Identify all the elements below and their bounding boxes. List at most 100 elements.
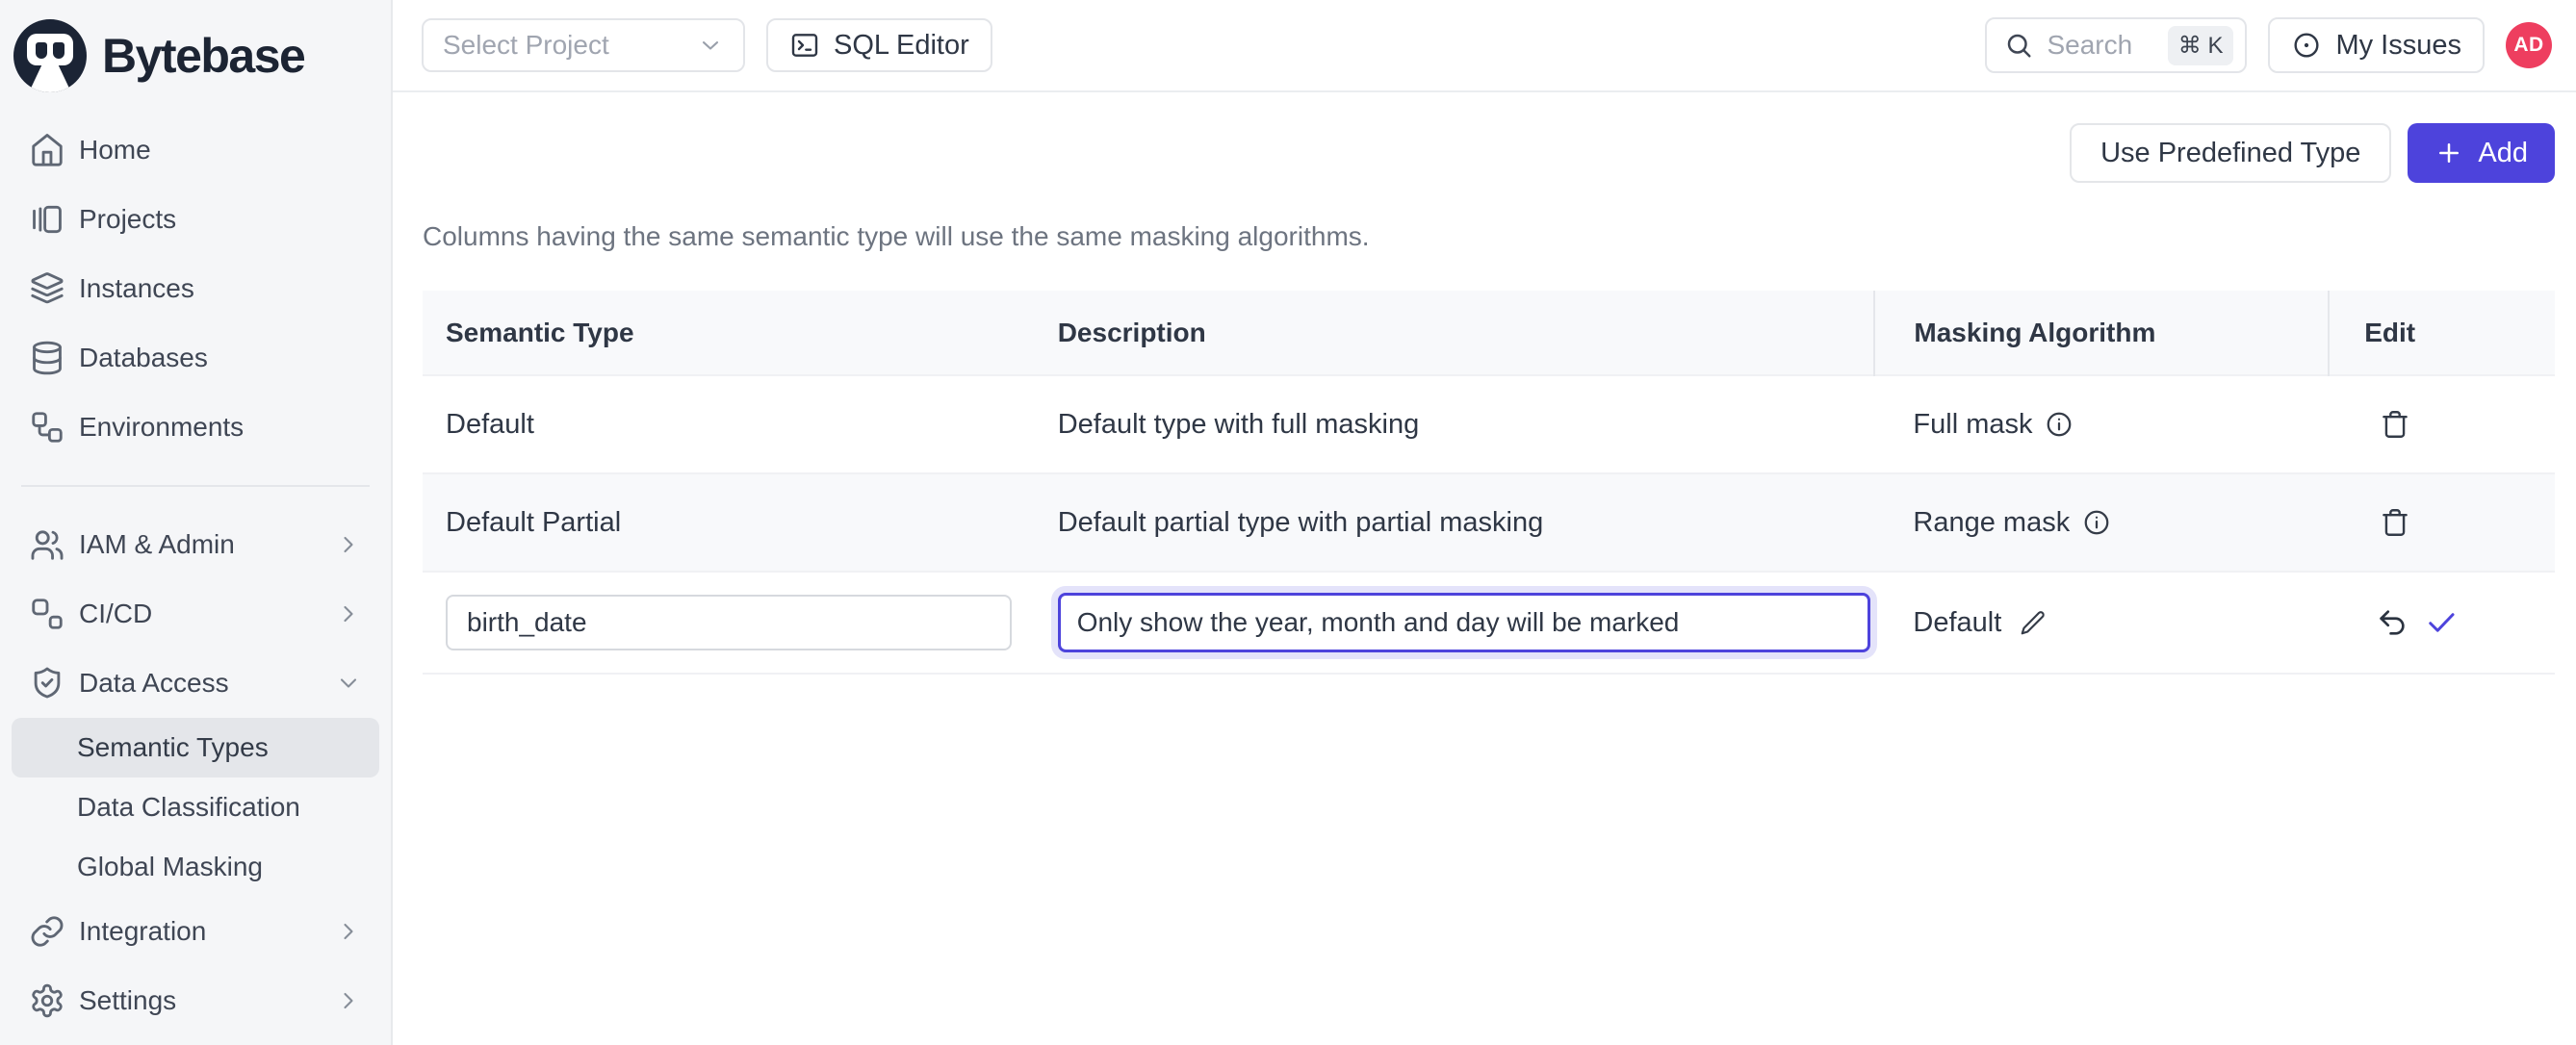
description-input[interactable] bbox=[1058, 593, 1870, 652]
sidebar-item-databases[interactable]: Databases bbox=[12, 323, 379, 393]
avatar-initials: AD bbox=[2513, 34, 2543, 57]
sidebar-item-data-classification[interactable]: Data Classification bbox=[12, 777, 379, 837]
sidebar-item-settings[interactable]: Settings bbox=[12, 966, 379, 1035]
info-icon[interactable] bbox=[2082, 508, 2111, 537]
chevron-right-icon bbox=[335, 531, 362, 558]
sql-editor-label: SQL Editor bbox=[834, 30, 969, 62]
pencil-icon[interactable] bbox=[2019, 608, 2048, 637]
semantic-type-cell: Default Partial bbox=[423, 473, 1035, 572]
sidebar-item-label: Databases bbox=[79, 343, 208, 373]
masking-algorithm-cell: Range mask bbox=[1874, 473, 2329, 572]
users-icon bbox=[29, 526, 65, 563]
header-description: Description bbox=[1035, 291, 1875, 375]
project-select-value: Select Project bbox=[443, 30, 609, 61]
header-masking-algorithm: Masking Algorithm bbox=[1874, 291, 2329, 375]
semantic-types-page: Use Predefined Type Add Columns having t… bbox=[393, 92, 2576, 675]
masking-algorithm-cell: Full mask bbox=[1874, 375, 2329, 473]
search-shortcut-badge: ⌘ K bbox=[2168, 26, 2234, 65]
add-button-label: Add bbox=[2478, 138, 2528, 169]
sidebar-item-home[interactable]: Home bbox=[12, 115, 379, 185]
header-semantic-type: Semantic Type bbox=[423, 291, 1035, 375]
database-icon bbox=[29, 340, 65, 376]
sidebar-item-data-access[interactable]: Data Access bbox=[12, 649, 379, 718]
edit-cell bbox=[2329, 572, 2555, 674]
main-area: Select Project SQL Editor Search ⌘ K bbox=[393, 0, 2576, 1045]
my-issues-label: My Issues bbox=[2335, 30, 2461, 62]
sidebar-item-label: Semantic Types bbox=[77, 732, 269, 763]
edit-cell bbox=[2329, 473, 2555, 572]
use-predefined-type-button[interactable]: Use Predefined Type bbox=[2070, 123, 2391, 183]
circle-dot-icon bbox=[2291, 30, 2322, 61]
chevron-right-icon bbox=[335, 918, 362, 945]
undo-icon[interactable] bbox=[2376, 606, 2409, 639]
sql-editor-button[interactable]: SQL Editor bbox=[766, 18, 992, 72]
sidebar-item-label: Data Classification bbox=[77, 792, 300, 823]
search-placeholder: Search bbox=[2047, 30, 2153, 61]
table-header-row: Semantic Type Description Masking Algori… bbox=[423, 291, 2555, 375]
check-icon[interactable] bbox=[2424, 605, 2459, 640]
projects-icon bbox=[29, 201, 65, 238]
sidebar-item-semantic-types[interactable]: Semantic Types bbox=[12, 718, 379, 777]
sidebar-item-environments[interactable]: Environments bbox=[12, 393, 379, 462]
brand-name: Bytebase bbox=[102, 28, 304, 84]
project-select[interactable]: Select Project bbox=[422, 18, 745, 72]
sidebar-item-label: CI/CD bbox=[79, 599, 152, 629]
sidebar-item-label: Home bbox=[79, 135, 151, 166]
semantic-type-cell bbox=[423, 572, 1035, 674]
table-row: Default Partial Default partial type wit… bbox=[423, 473, 2555, 572]
trash-icon[interactable] bbox=[2379, 408, 2411, 441]
sidebar-divider bbox=[21, 485, 370, 487]
sidebar-item-label: Settings bbox=[79, 985, 176, 1016]
sidebar-item-iam-admin[interactable]: IAM & Admin bbox=[12, 510, 379, 579]
edit-cell bbox=[2329, 375, 2555, 473]
description-cell: Default partial type with partial maskin… bbox=[1035, 473, 1875, 572]
home-icon bbox=[29, 132, 65, 168]
sidebar-item-instances[interactable]: Instances bbox=[12, 254, 379, 323]
app-window: Bytebase Home Projects Instances bbox=[0, 0, 2576, 1045]
avatar[interactable]: AD bbox=[2506, 22, 2552, 68]
sidebar-item-global-masking[interactable]: Global Masking bbox=[12, 837, 379, 897]
page-actions: Use Predefined Type Add bbox=[423, 123, 2555, 183]
layers-icon bbox=[29, 270, 65, 307]
sidebar-item-label: Global Masking bbox=[77, 852, 263, 882]
masking-algorithm-cell: Default bbox=[1874, 572, 2329, 674]
sidebar-item-projects[interactable]: Projects bbox=[12, 185, 379, 254]
sidebar-item-label: Environments bbox=[79, 412, 244, 443]
semantic-types-table: Semantic Type Description Masking Algori… bbox=[423, 291, 2555, 675]
gear-icon bbox=[29, 982, 65, 1019]
semantic-type-cell: Default bbox=[423, 375, 1035, 473]
table-row-editing: Default bbox=[423, 572, 2555, 674]
search-icon bbox=[2004, 31, 2033, 60]
sidebar-item-label: Integration bbox=[79, 916, 206, 947]
sidebar: Bytebase Home Projects Instances bbox=[0, 0, 393, 1045]
description-cell: Default type with full masking bbox=[1035, 375, 1875, 473]
terminal-icon bbox=[789, 30, 820, 61]
shield-check-icon bbox=[29, 665, 65, 701]
my-issues-button[interactable]: My Issues bbox=[2268, 17, 2485, 73]
environments-icon bbox=[29, 409, 65, 446]
sidebar-item-label: Projects bbox=[79, 204, 176, 235]
semantic-type-input[interactable] bbox=[446, 595, 1012, 650]
header-edit: Edit bbox=[2329, 291, 2555, 375]
sidebar-nav: Home Projects Instances Databases bbox=[0, 108, 391, 1035]
chevron-right-icon bbox=[335, 600, 362, 627]
workflow-icon bbox=[29, 596, 65, 632]
table-row: Default Default type with full masking F… bbox=[423, 375, 2555, 473]
add-button[interactable]: Add bbox=[2408, 123, 2555, 183]
brand-logo[interactable]: Bytebase bbox=[0, 0, 391, 108]
sidebar-item-cicd[interactable]: CI/CD bbox=[12, 579, 379, 649]
bytebase-logo-icon bbox=[13, 19, 87, 92]
chevron-right-icon bbox=[335, 987, 362, 1014]
sidebar-item-integration[interactable]: Integration bbox=[12, 897, 379, 966]
sidebar-item-label: Instances bbox=[79, 273, 194, 304]
search-input[interactable]: Search ⌘ K bbox=[1985, 17, 2247, 73]
topbar: Select Project SQL Editor Search ⌘ K bbox=[393, 0, 2576, 92]
chevron-down-icon bbox=[697, 32, 724, 59]
chevron-down-icon bbox=[335, 670, 362, 697]
sidebar-item-label: Data Access bbox=[79, 668, 229, 699]
info-icon[interactable] bbox=[2045, 410, 2074, 439]
plus-icon bbox=[2434, 139, 2463, 167]
trash-icon[interactable] bbox=[2379, 506, 2411, 539]
description-cell bbox=[1035, 572, 1875, 674]
link-icon bbox=[29, 913, 65, 950]
